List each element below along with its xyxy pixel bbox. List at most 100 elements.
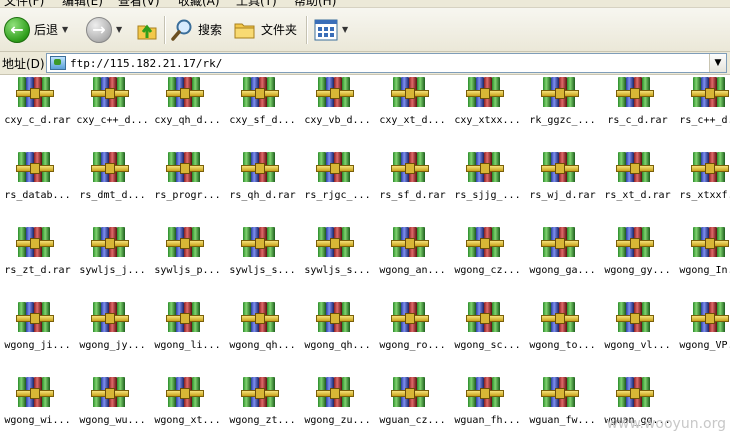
menu-file[interactable]: 文件(F) bbox=[4, 0, 44, 7]
file-item[interactable]: wgong_wu... bbox=[75, 375, 150, 433]
file-item[interactable]: wgong_qh... bbox=[300, 300, 375, 358]
file-item[interactable]: rs_c++_d... bbox=[675, 75, 730, 133]
address-dropdown-icon[interactable]: ▼ bbox=[709, 54, 726, 72]
file-item[interactable]: cxy_sf_d... bbox=[225, 75, 300, 133]
rar-archive-icon bbox=[316, 75, 354, 109]
back-arrow-icon: ← bbox=[4, 16, 30, 43]
file-item[interactable]: cxy_vb_d... bbox=[300, 75, 375, 133]
file-item[interactable]: wguan_fh... bbox=[450, 375, 525, 433]
file-item[interactable]: rs_dmt_d... bbox=[75, 150, 150, 208]
file-item[interactable]: cxy_qh_d... bbox=[150, 75, 225, 133]
file-item[interactable]: wgong_gy... bbox=[600, 225, 675, 283]
rar-archive-icon bbox=[16, 375, 54, 409]
file-name: wguan_cz... bbox=[379, 415, 446, 426]
file-name: wgong_gy... bbox=[604, 265, 671, 276]
file-item[interactable]: rs_zt_d.rar bbox=[0, 225, 75, 283]
rar-archive-icon bbox=[166, 75, 204, 109]
file-item[interactable]: sywljs_j... bbox=[75, 225, 150, 283]
file-item[interactable]: wgong_ga... bbox=[525, 225, 600, 283]
rar-archive-icon bbox=[616, 225, 654, 259]
watermark: www.wooyun.org bbox=[606, 416, 726, 432]
rar-archive-icon bbox=[241, 375, 279, 409]
rar-archive-icon bbox=[616, 75, 654, 109]
file-item[interactable]: rs_sjjg_... bbox=[450, 150, 525, 208]
file-name: rs_sf_d.rar bbox=[379, 190, 446, 201]
file-item[interactable]: cxy_xt_d... bbox=[375, 75, 450, 133]
rar-archive-icon bbox=[241, 300, 279, 334]
file-item[interactable]: wgong_cz... bbox=[450, 225, 525, 283]
file-item[interactable]: rs_sf_d.rar bbox=[375, 150, 450, 208]
rar-archive-icon bbox=[391, 300, 429, 334]
file-item[interactable]: cxy_c++_d... bbox=[75, 75, 150, 133]
file-item[interactable]: rs_wj_d.rar bbox=[525, 150, 600, 208]
views-dropdown-icon[interactable]: ▼ bbox=[342, 25, 348, 34]
forward-button[interactable]: → ▼ bbox=[86, 8, 122, 51]
file-item[interactable]: wgong_wi... bbox=[0, 375, 75, 433]
file-item[interactable]: wgong_qh... bbox=[225, 300, 300, 358]
up-folder-icon bbox=[137, 24, 157, 39]
file-name: wgong_sc... bbox=[454, 340, 521, 351]
ftp-folder-icon bbox=[50, 56, 66, 70]
search-label: 搜索 bbox=[198, 23, 223, 37]
back-button[interactable]: ← 后退 ▼ bbox=[4, 8, 68, 51]
file-name: cxy_vb_d... bbox=[304, 115, 371, 126]
search-button[interactable]: 搜索 bbox=[170, 8, 222, 51]
rar-archive-icon bbox=[16, 75, 54, 109]
address-value[interactable]: ftp://115.182.21.17/rk/ bbox=[70, 57, 222, 70]
file-name: wguan_fh... bbox=[454, 415, 521, 426]
file-item[interactable]: wgong_zt... bbox=[225, 375, 300, 433]
file-item[interactable]: rs_qh_d.rar bbox=[225, 150, 300, 208]
file-item[interactable]: wgong_ro... bbox=[375, 300, 450, 358]
file-item[interactable]: wgong_jy... bbox=[75, 300, 150, 358]
file-name: wgong_cz... bbox=[454, 265, 521, 276]
file-item[interactable]: rs_progr... bbox=[150, 150, 225, 208]
folders-button[interactable]: 文件夹 bbox=[233, 8, 297, 51]
file-name: rs_progr... bbox=[154, 190, 221, 201]
toolbar-separator bbox=[306, 16, 308, 44]
file-item[interactable]: rs_xt_d.rar bbox=[600, 150, 675, 208]
menu-favorites[interactable]: 收藏(A) bbox=[178, 0, 220, 7]
file-item[interactable]: wguan_cz... bbox=[375, 375, 450, 433]
file-name: rs_c_d.rar bbox=[607, 115, 668, 126]
file-item[interactable]: rs_xtxxf... bbox=[675, 150, 730, 208]
forward-dropdown-icon[interactable]: ▼ bbox=[116, 25, 122, 34]
file-item[interactable]: wgong_xt... bbox=[150, 375, 225, 433]
file-item[interactable]: cxy_xtxx... bbox=[450, 75, 525, 133]
file-item[interactable]: wgong_ji... bbox=[0, 300, 75, 358]
file-name: wgong_xt... bbox=[154, 415, 221, 426]
menu-help[interactable]: 帮助(H) bbox=[294, 0, 336, 7]
rar-archive-icon bbox=[466, 75, 504, 109]
views-button[interactable]: ▼ bbox=[314, 8, 348, 51]
menu-view[interactable]: 查看(V) bbox=[118, 0, 160, 7]
file-item[interactable]: sywljs_s... bbox=[225, 225, 300, 283]
file-name: wgong_an... bbox=[379, 265, 446, 276]
file-name: rs_datab... bbox=[4, 190, 71, 201]
file-item[interactable]: rs_rjgc_... bbox=[300, 150, 375, 208]
file-item[interactable]: sywljs_p... bbox=[150, 225, 225, 283]
rar-archive-icon bbox=[541, 75, 579, 109]
file-item[interactable]: wgong_sc... bbox=[450, 300, 525, 358]
file-item[interactable]: wgong_In... bbox=[675, 225, 730, 283]
file-item[interactable]: rs_c_d.rar bbox=[600, 75, 675, 133]
file-name: rk_ggzc_... bbox=[529, 115, 596, 126]
address-input[interactable]: ftp://115.182.21.17/rk/ ▼ bbox=[46, 53, 727, 73]
menu-tools[interactable]: 工具(T) bbox=[236, 0, 277, 7]
rar-archive-icon bbox=[391, 75, 429, 109]
rar-archive-icon bbox=[16, 150, 54, 184]
file-item[interactable]: rs_datab... bbox=[0, 150, 75, 208]
file-name: wgong_qh... bbox=[304, 340, 371, 351]
file-item[interactable]: wgong_vl... bbox=[600, 300, 675, 358]
file-item[interactable]: wgong_to... bbox=[525, 300, 600, 358]
back-dropdown-icon[interactable]: ▼ bbox=[62, 25, 68, 34]
file-item[interactable]: wguan_fw... bbox=[525, 375, 600, 433]
menu-edit[interactable]: 编辑(E) bbox=[62, 0, 103, 7]
file-item[interactable]: sywljs_s... bbox=[300, 225, 375, 283]
file-item[interactable]: wgong_zu... bbox=[300, 375, 375, 433]
file-name: rs_rjgc_... bbox=[304, 190, 371, 201]
file-item[interactable]: rk_ggzc_... bbox=[525, 75, 600, 133]
file-item[interactable]: wgong_VP... bbox=[675, 300, 730, 358]
file-item[interactable]: wgong_an... bbox=[375, 225, 450, 283]
up-folder-button[interactable] bbox=[135, 8, 159, 51]
file-item[interactable]: cxy_c_d.rar bbox=[0, 75, 75, 133]
file-item[interactable]: wgong_li... bbox=[150, 300, 225, 358]
